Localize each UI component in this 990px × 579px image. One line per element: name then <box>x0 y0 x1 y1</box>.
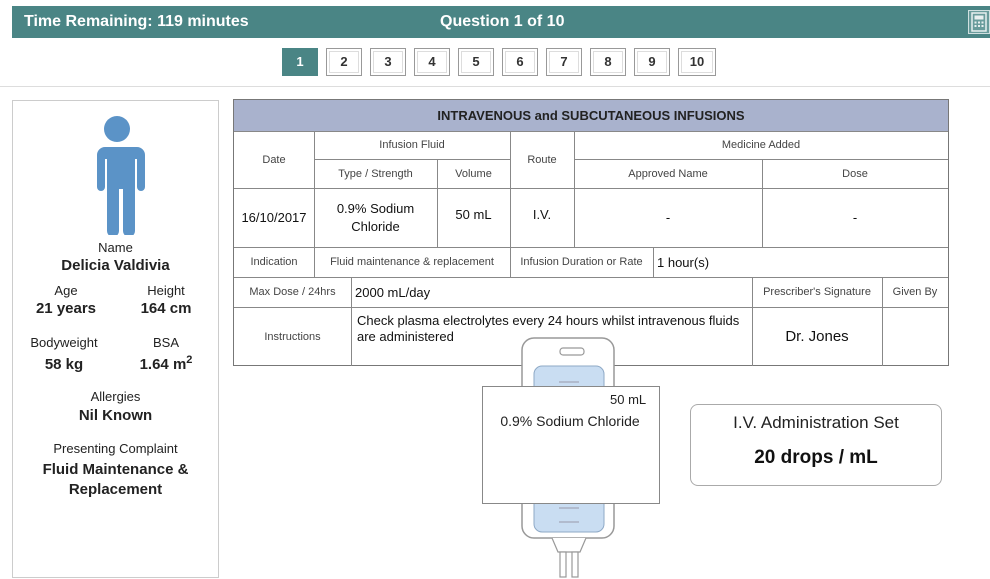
header-route: Route <box>527 153 557 166</box>
indication-label: Indication <box>250 256 298 268</box>
patient-panel: Name Delicia Valdivia Age 21 years Heigh… <box>12 100 219 578</box>
question-button-10[interactable]: 10 <box>678 48 716 76</box>
administration-set-rate: 20 drops / mL <box>754 447 878 468</box>
infusion-prescription-chart: INTRAVENOUS and SUBCUTANEOUS INFUSIONS D… <box>233 99 949 366</box>
presenting-complaint-line2: Replacement <box>68 481 163 498</box>
header-medicine-added: Medicine Added <box>721 139 801 151</box>
question-button-5[interactable]: 5 <box>458 48 494 76</box>
patient-name: Delicia Valdivia <box>61 257 170 274</box>
iv-bag-fluid-name: 0.9% Sodium Chloride <box>500 413 640 429</box>
indication-value: Fluid maintenance & replacement <box>330 256 494 268</box>
row-date: 16/10/2017 <box>241 210 307 225</box>
header-date: Date <box>262 153 286 166</box>
duration-value: 1 hour(s) <box>657 254 710 270</box>
age-label: Age <box>54 283 78 298</box>
max-dose-value: 2000 mL/day <box>355 284 431 300</box>
calculator-icon <box>971 12 987 32</box>
row-volume: 50 mL <box>455 206 492 222</box>
duration-label: Infusion Duration or Rate <box>520 256 643 268</box>
complaint-label: Presenting Complaint <box>53 441 178 456</box>
bsa-label: BSA <box>152 335 179 350</box>
instructions-label: Instructions <box>264 330 321 343</box>
calculator-button[interactable] <box>968 10 990 34</box>
question-button-3[interactable]: 3 <box>370 48 406 76</box>
question-button-4[interactable]: 4 <box>414 48 450 76</box>
header-approved-name: Approved Name <box>628 167 708 180</box>
header-infusion-fluid: Infusion Fluid <box>379 139 445 151</box>
prescriber-label: Prescriber's Signature <box>763 286 871 298</box>
row-dose: - <box>852 210 858 225</box>
chart-title: INTRAVENOUS and SUBCUTANEOUS INFUSIONS <box>234 100 948 131</box>
patient-age: 21 years <box>35 300 97 317</box>
time-remaining: Time Remaining: 119 minutes <box>24 13 249 30</box>
header-volume: Volume <box>455 167 492 180</box>
question-counter: Question 1 of 10 <box>440 13 565 30</box>
name-label: Name <box>98 240 133 255</box>
iv-bag-volume: 50 mL <box>610 392 647 407</box>
given-by-value <box>882 307 948 366</box>
divider <box>0 86 990 87</box>
question-button-8[interactable]: 8 <box>590 48 626 76</box>
bodyweight-label: Bodyweight <box>30 335 98 350</box>
allergies-label: Allergies <box>90 389 141 404</box>
max-dose-label: Max Dose / 24hrs <box>249 286 336 298</box>
prescriber-signature: Dr. Jones <box>785 328 849 345</box>
height-label: Height <box>147 283 185 298</box>
row-route: I.V. <box>532 206 552 222</box>
administration-set-title: I.V. Administration Set <box>733 413 899 432</box>
header-type-strength: Type / Strength <box>338 167 413 180</box>
top-bar: Time Remaining: 119 minutes Question 1 o… <box>12 6 990 38</box>
header-dose: Dose <box>842 167 868 180</box>
presenting-complaint-line1: Fluid Maintenance & <box>42 461 189 478</box>
patient-bsa: 1.64 m2 <box>139 354 193 373</box>
question-button-7[interactable]: 7 <box>546 48 582 76</box>
question-button-6[interactable]: 6 <box>502 48 538 76</box>
patient-bodyweight: 58 kg <box>44 356 84 373</box>
row-approved-name: - <box>665 210 671 225</box>
question-button-1[interactable]: 1 <box>282 48 318 76</box>
row-fluid: 0.9% Sodium Chloride <box>336 200 415 234</box>
given-by-label: Given By <box>892 286 938 298</box>
patient-height: 164 cm <box>140 300 192 317</box>
question-button-2[interactable]: 2 <box>326 48 362 76</box>
patient-allergies: Nil Known <box>78 407 153 424</box>
question-button-9[interactable]: 9 <box>634 48 670 76</box>
person-icon <box>97 116 145 235</box>
